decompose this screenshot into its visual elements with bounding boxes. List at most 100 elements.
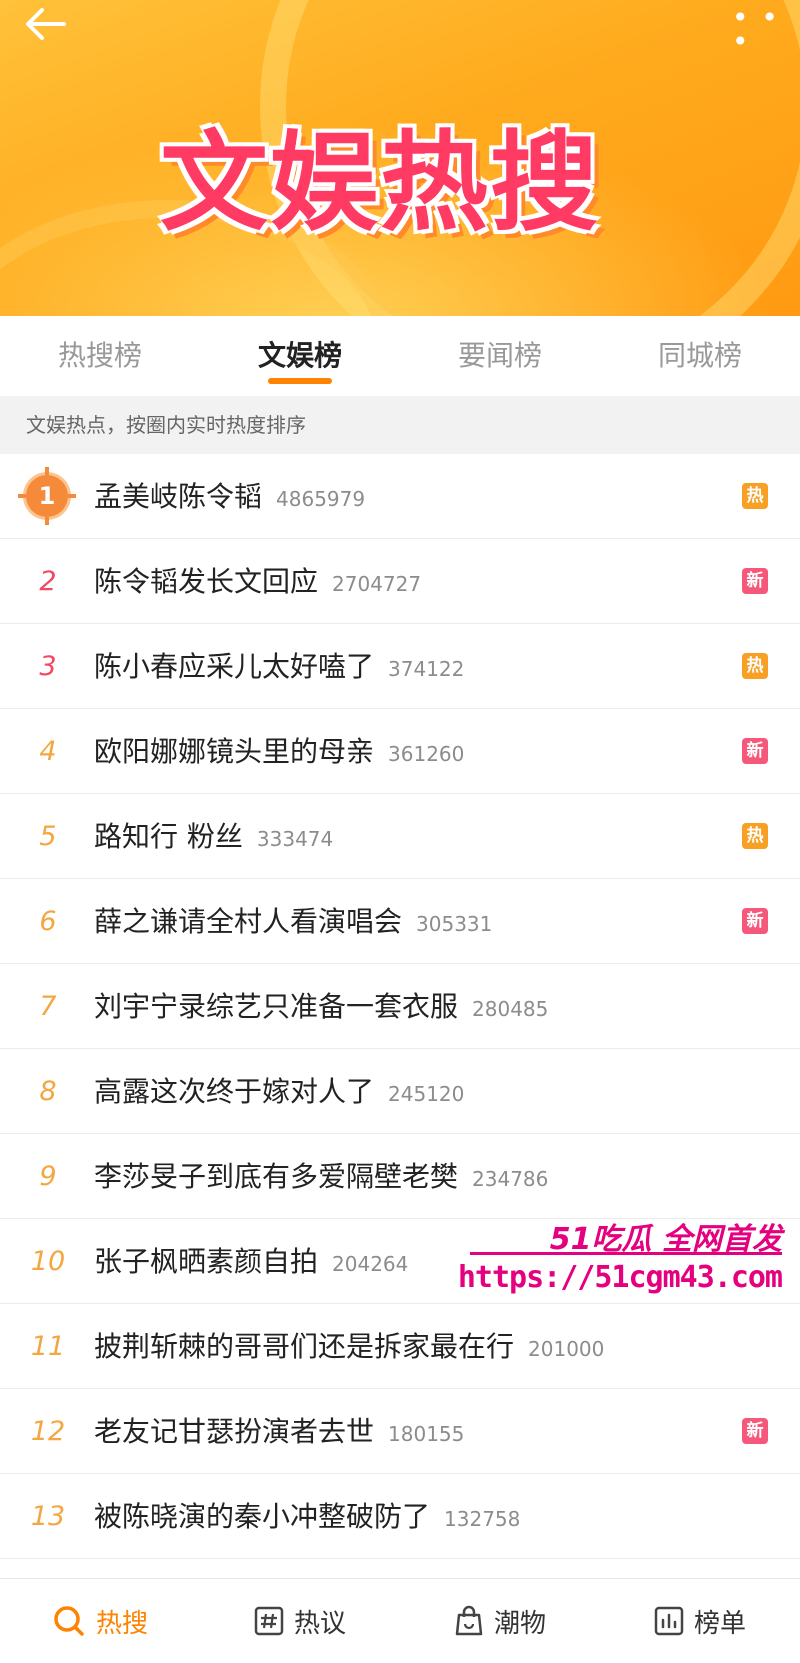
new-badge: 新 (742, 738, 768, 764)
list-description-text: 文娱热点，按圈内实时热度排序 (26, 413, 306, 437)
heat-count: 234786 (472, 1167, 549, 1191)
list-item[interactable]: 6 薛之谦请全村人看演唱会 305331 新 (0, 879, 800, 964)
rank-number: 12 (30, 1416, 66, 1447)
nav-label: 榜单 (693, 1608, 746, 1639)
hot-badge: 热 (742, 653, 768, 679)
list-item[interactable]: 8 高露这次终于嫁对人了 245120 (0, 1049, 800, 1134)
topic-title: 路知行 粉丝 333474 (94, 794, 333, 882)
list-item[interactable]: 9 李莎旻子到底有多爱隔壁老樊 234786 (0, 1134, 800, 1219)
new-badge: 新 (742, 568, 768, 594)
nav-label: 热搜 (95, 1608, 148, 1639)
rank-number: 9 (39, 1161, 57, 1192)
list-item[interactable]: 12 老友记甘瑟扮演者去世 180155 新 (0, 1389, 800, 1474)
watermark: 51吃瓜 全网首发 https://51cgm43.com (458, 1214, 800, 1304)
topic-title: 高露这次终于嫁对人了 245120 (94, 1049, 464, 1137)
list-item[interactable]: 2 陈令韬发长文回应 2704727 新 (0, 539, 800, 624)
topic-title: 薛之谦请全村人看演唱会 305331 (94, 879, 492, 967)
tab-hot-search[interactable]: 热搜榜 (0, 316, 200, 396)
topic-text: 薛之谦请全村人看演唱会 (94, 905, 403, 938)
topic-text: 欧阳娜娜镜头里的母亲 (94, 735, 375, 768)
banner-title: 文娱热搜 (160, 121, 601, 246)
rank-badge-tick (45, 467, 49, 475)
list-description: 文娱热点，按圈内实时热度排序 (0, 396, 800, 454)
nav-label: 热议 (293, 1608, 346, 1639)
topic-text: 陈小春应采儿太好嗑了 (94, 650, 375, 683)
list-item[interactable]: 4 欧阳娜娜镜头里的母亲 361260 新 (0, 709, 800, 794)
heat-count: 280485 (472, 997, 549, 1021)
topic-text: 孟美岐陈令韬 (94, 480, 263, 513)
topic-text: 被陈晓演的秦小冲整破防了 (94, 1500, 431, 1533)
list-item[interactable]: 3 陈小春应采儿太好嗑了 374122 热 (0, 624, 800, 709)
rank-number: 3 (39, 651, 57, 682)
hot-badge: 热 (742, 823, 768, 849)
topic-title: 被陈晓演的秦小冲整破防了 132758 (94, 1474, 520, 1562)
heat-count: 4865979 (276, 487, 366, 511)
nav-trends[interactable]: 潮物 (400, 1579, 600, 1663)
heat-count: 305331 (416, 912, 493, 936)
nav-discussion[interactable]: 热议 (200, 1579, 400, 1663)
topic-title: 李莎旻子到底有多爱隔壁老樊 234786 (94, 1134, 548, 1222)
topic-text: 老友记甘瑟扮演者去世 (94, 1415, 375, 1448)
watermark-url: https://51cgm43.com (457, 1260, 783, 1295)
topic-title: 陈令韬发长文回应 2704727 (94, 539, 421, 627)
topic-title: 披荆斩棘的哥哥们还是拆家最在行 201000 (94, 1304, 604, 1392)
topic-text: 张子枫晒素颜自拍 (94, 1245, 319, 1278)
tab-news[interactable]: 要闻榜 (400, 316, 600, 396)
bar-chart-icon (654, 1606, 684, 1636)
topic-text: 李莎旻子到底有多爱隔壁老樊 (94, 1160, 459, 1193)
rank-number: 11 (30, 1331, 66, 1362)
list-item[interactable]: 5 路知行 粉丝 333474 热 (0, 794, 800, 879)
watermark-divider (470, 1252, 782, 1255)
topic-title: 张子枫晒素颜自拍 204264 (94, 1219, 408, 1307)
tab-entertainment[interactable]: 文娱榜 (200, 316, 400, 396)
topic-text: 披荆斩棘的哥哥们还是拆家最在行 (94, 1330, 515, 1363)
tab-bar: 热搜榜 文娱榜 要闻榜 同城榜 (0, 316, 800, 396)
search-icon (54, 1606, 84, 1636)
nav-rankings[interactable]: 榜单 (600, 1579, 800, 1663)
rank-number: 4 (39, 736, 57, 767)
new-badge: 新 (742, 908, 768, 934)
rank-badge-tick (68, 494, 76, 498)
rank-number: 13 (30, 1501, 66, 1532)
new-badge: 新 (742, 1418, 768, 1444)
list-item[interactable]: 7 刘宇宁录综艺只准备一套衣服 280485 (0, 964, 800, 1049)
topic-text: 刘宇宁录综艺只准备一套衣服 (94, 990, 459, 1023)
rank-number: 5 (39, 821, 57, 852)
topic-title: 陈小春应采儿太好嗑了 374122 (94, 624, 464, 712)
rank-number: 8 (39, 1076, 57, 1107)
rank-badge-tick (18, 494, 26, 498)
header-banner: • • • 文娱热搜 (0, 0, 800, 316)
topic-title: 老友记甘瑟扮演者去世 180155 (94, 1389, 464, 1477)
heat-count: 374122 (388, 657, 465, 681)
tab-local[interactable]: 同城榜 (600, 316, 800, 396)
bottom-nav: 热搜 热议 潮物 榜单 (0, 1578, 800, 1663)
hashtag-icon (254, 1606, 284, 1636)
trending-list: 1 孟美岐陈令韬 4865979 热 2 陈令韬发长文回应 2704727 新 3 陈小春应采儿太… (0, 454, 800, 1559)
back-button[interactable] (24, 6, 68, 42)
rank-badge-tick (45, 517, 49, 525)
rank-badge-icon: 1 (18, 467, 76, 525)
heat-count: 333474 (256, 827, 334, 851)
list-item[interactable]: 11 披荆斩棘的哥哥们还是拆家最在行 201000 (0, 1304, 800, 1389)
rank-number: 1 (38, 482, 56, 510)
rank-number: 2 (39, 566, 57, 597)
hot-badge: 热 (742, 483, 768, 509)
list-item[interactable]: 13 被陈晓演的秦小冲整破防了 132758 (0, 1474, 800, 1559)
arrow-left-icon (26, 8, 66, 40)
more-button[interactable]: • • • (732, 4, 780, 56)
heat-count: 2704727 (332, 572, 422, 596)
heat-count: 204264 (332, 1252, 409, 1276)
shopping-bag-icon (455, 1605, 483, 1636)
nav-hot-search[interactable]: 热搜 (0, 1579, 200, 1663)
rank-number: 7 (39, 991, 57, 1022)
topic-text: 路知行 粉丝 (94, 820, 243, 853)
list-item[interactable]: 1 孟美岐陈令韬 4865979 热 (0, 454, 800, 539)
rank-number: 6 (39, 906, 57, 937)
heat-count: 132758 (444, 1507, 521, 1531)
heat-count: 245120 (388, 1082, 465, 1106)
topic-title: 刘宇宁录综艺只准备一套衣服 280485 (94, 964, 548, 1052)
topic-title: 欧阳娜娜镜头里的母亲 361260 (94, 709, 464, 797)
topic-text: 陈令韬发长文回应 (94, 565, 319, 598)
nav-label: 潮物 (493, 1608, 546, 1639)
heat-count: 361260 (388, 742, 465, 766)
